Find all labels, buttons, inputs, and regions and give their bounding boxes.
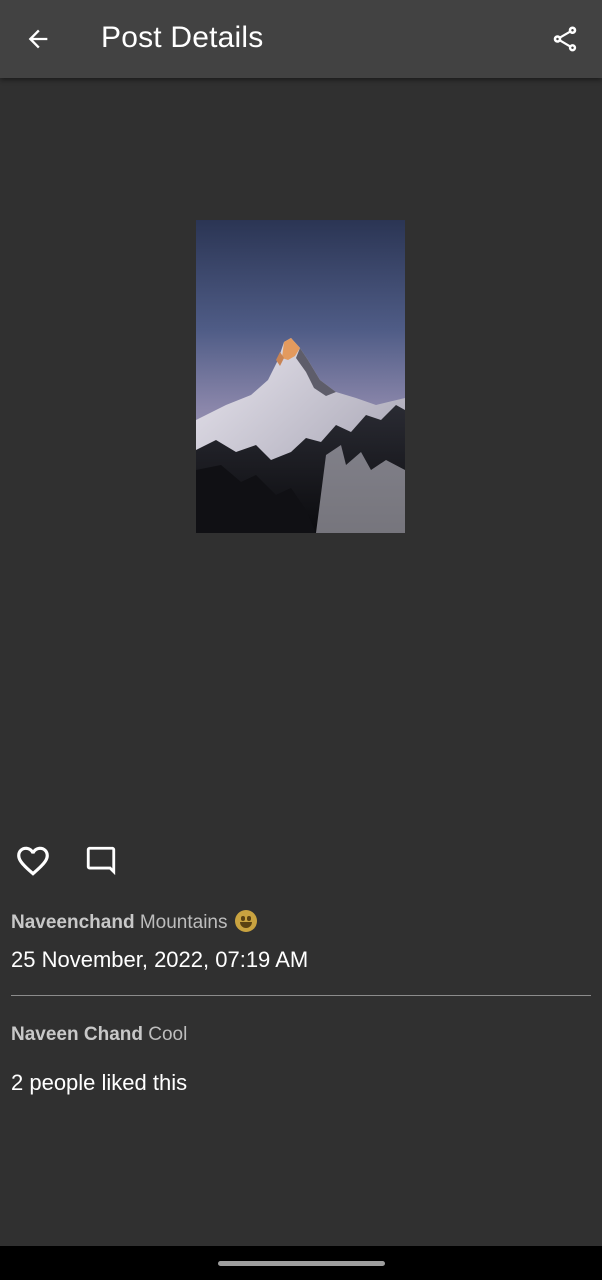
post-author[interactable]: Naveenchand <box>11 912 135 933</box>
comment-author[interactable]: Naveen Chand <box>11 1024 143 1045</box>
system-nav-bar <box>0 1246 602 1280</box>
comment-text: Cool <box>148 1024 188 1045</box>
post-actions <box>0 838 602 886</box>
mountain-peak-photo <box>196 220 405 533</box>
post-datetime: 25 November, 2022, 07:19 AM <box>11 947 309 972</box>
comment-icon <box>86 846 116 876</box>
like-button[interactable] <box>10 838 56 884</box>
heart-outline-icon <box>17 846 49 876</box>
app-bar: Post Details <box>0 0 602 78</box>
likes-count[interactable]: 2 people liked this <box>11 1069 187 1097</box>
grinning-face-emoji-icon <box>234 910 257 932</box>
post-image[interactable] <box>196 220 405 533</box>
share-icon <box>553 26 577 52</box>
comment-item: Naveen Chand Cool <box>11 1022 187 1048</box>
divider <box>11 995 591 996</box>
share-button[interactable] <box>542 16 588 62</box>
home-gesture-handle[interactable] <box>218 1261 385 1266</box>
caption-text: Mountains <box>139 912 228 933</box>
comment-button[interactable] <box>78 838 124 884</box>
post-caption: Naveenchand Mountains <box>11 910 257 936</box>
back-button[interactable] <box>14 16 62 62</box>
page-title: Post Details <box>101 21 264 54</box>
arrow-back-icon <box>28 29 48 49</box>
